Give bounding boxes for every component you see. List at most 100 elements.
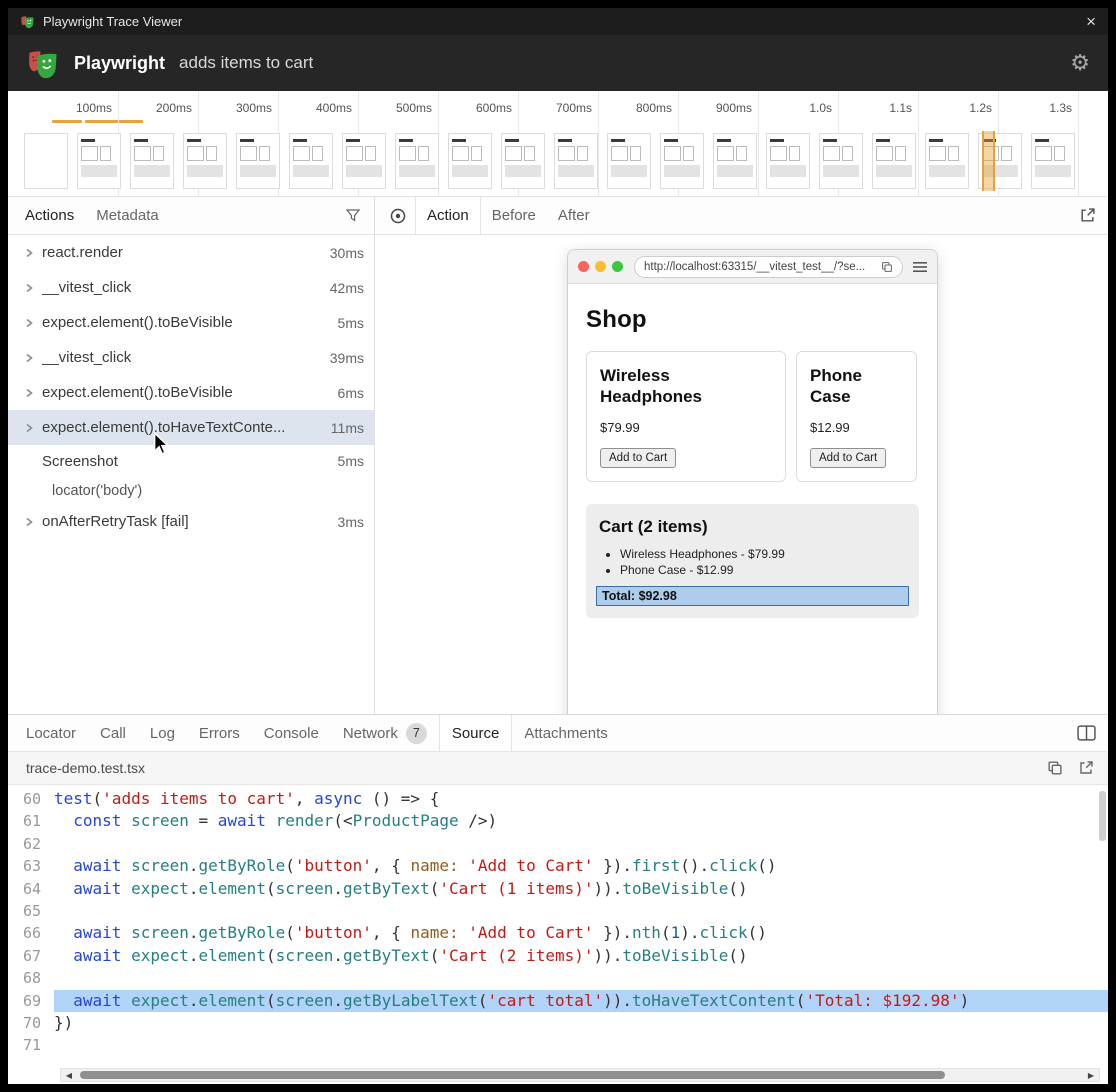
address-bar[interactable]: http://localhost:63315/__vitest_test__/?… — [634, 256, 903, 278]
timeline-tick-label: 700ms — [528, 101, 592, 115]
app-name: Playwright — [74, 53, 165, 74]
code-token: screen — [276, 946, 334, 965]
cart-total-highlighted: Total: $92.98 — [596, 586, 909, 606]
timeline-thumbnail[interactable] — [342, 133, 386, 189]
chevron-right-icon[interactable] — [24, 248, 42, 258]
code-token: (). — [680, 856, 709, 875]
tab-source[interactable]: Source — [439, 715, 513, 751]
thumb-sketch — [206, 146, 217, 161]
thumb-sketch — [664, 139, 678, 142]
timeline-thumbnail[interactable] — [1031, 133, 1075, 189]
close-icon[interactable]: × — [1086, 13, 1096, 30]
layout-columns-icon[interactable] — [1077, 725, 1096, 741]
timeline-thumbnail[interactable] — [24, 133, 68, 189]
action-item[interactable]: Screenshot5ms — [8, 445, 374, 477]
code-token: getByRole — [199, 923, 286, 942]
line-number: 69 — [8, 990, 54, 1012]
tab-call[interactable]: Call — [88, 715, 138, 751]
chevron-right-icon[interactable] — [24, 423, 42, 433]
chevron-right-icon[interactable] — [24, 353, 42, 363]
timeline-thumbnail[interactable] — [607, 133, 651, 189]
pick-locator-icon[interactable] — [389, 207, 407, 225]
timeline-thumbnail[interactable] — [501, 133, 545, 189]
tab-metadata[interactable]: Metadata — [85, 197, 170, 234]
tab-errors[interactable]: Errors — [187, 715, 252, 751]
timeline-thumbnail[interactable] — [448, 133, 492, 189]
source-code[interactable]: 60test('adds items to cart', async () =>… — [8, 785, 1108, 1066]
tab-action[interactable]: Action — [415, 197, 481, 234]
action-item[interactable]: __vitest_click42ms — [8, 270, 374, 305]
action-label: __vitest_click — [42, 279, 322, 296]
timeline-thumbnail[interactable] — [395, 133, 439, 189]
chevron-right-icon[interactable] — [24, 517, 42, 527]
timeline-thumbnail[interactable] — [554, 133, 598, 189]
timeline-thumbnail[interactable] — [236, 133, 280, 189]
thumb-sketch — [452, 146, 469, 161]
copy-url-icon[interactable] — [881, 261, 893, 273]
thumb-sketch — [81, 146, 98, 161]
source-file-bar: trace-demo.test.tsx — [8, 752, 1108, 785]
action-item[interactable]: expect.element().toBeVisible5ms — [8, 305, 374, 340]
timeline-thumbnail[interactable] — [130, 133, 174, 189]
browser-menu-icon[interactable] — [913, 261, 927, 273]
action-item[interactable]: expect.element().toHaveTextConte...11ms — [8, 410, 374, 445]
open-source-external-icon[interactable] — [1078, 760, 1094, 776]
thumb-sketch — [823, 165, 859, 177]
action-item[interactable]: react.render30ms — [8, 235, 374, 270]
vertical-scrollbar-thumb[interactable] — [1099, 791, 1106, 841]
action-item[interactable]: expect.element().toBeVisible6ms — [8, 375, 374, 410]
traffic-light-green — [612, 261, 623, 272]
tab-log[interactable]: Log — [138, 715, 187, 751]
tab-console[interactable]: Console — [252, 715, 331, 751]
tab-network[interactable]: Network7 — [331, 715, 439, 751]
tab-label: Errors — [199, 725, 240, 742]
tab-label: Attachments — [524, 725, 607, 742]
add-to-cart-button[interactable]: Add to Cart — [600, 448, 676, 468]
timeline-thumbnail[interactable] — [77, 133, 121, 189]
tab-locator[interactable]: Locator — [14, 715, 88, 751]
snapshot-toolbar: ActionBeforeAfter — [375, 197, 1108, 235]
hscroll-thumb[interactable] — [80, 1071, 945, 1079]
hscroll-track[interactable]: ◀ ▶ — [60, 1068, 1100, 1082]
add-to-cart-button[interactable]: Add to Cart — [810, 448, 886, 468]
action-item[interactable]: onAfterRetryTask [fail]3ms — [8, 504, 374, 539]
timeline-thumbnail[interactable] — [713, 133, 757, 189]
timeline-thumbnail[interactable] — [183, 133, 227, 189]
code-token — [459, 923, 469, 942]
filter-icon[interactable] — [346, 209, 360, 222]
chevron-right-icon[interactable] — [24, 283, 42, 293]
tab-before[interactable]: Before — [481, 197, 547, 234]
code-token: toBeVisible — [622, 879, 728, 898]
timeline-tick-label: 400ms — [288, 101, 352, 115]
timeline-thumbnail[interactable] — [819, 133, 863, 189]
timeline[interactable]: 100ms200ms300ms400ms500ms600ms700ms800ms… — [8, 91, 1108, 197]
code-token: ( — [285, 856, 295, 875]
source-line: 60test('adds items to cart', async () =>… — [8, 788, 1108, 810]
thumb-sketch — [187, 146, 223, 161]
timeline-thumbnail[interactable] — [925, 133, 969, 189]
thumb-sketch — [259, 146, 270, 161]
open-snapshot-external-icon[interactable] — [1079, 207, 1096, 224]
chevron-right-icon[interactable] — [24, 318, 42, 328]
action-label: expect.element().toBeVisible — [42, 314, 330, 331]
timeline-selection-marker[interactable] — [982, 131, 995, 191]
app-header: Playwright adds items to cart ⚙ — [8, 35, 1108, 91]
timeline-thumbnail[interactable] — [289, 133, 333, 189]
tab-after[interactable]: After — [547, 197, 601, 234]
code-token: , { — [372, 923, 411, 942]
scroll-right-arrow-icon[interactable]: ▶ — [1083, 1071, 1099, 1080]
thumb-sketch — [81, 165, 117, 177]
chevron-right-icon[interactable] — [24, 388, 42, 398]
tab-actions[interactable]: Actions — [14, 197, 85, 234]
action-item[interactable]: __vitest_click39ms — [8, 340, 374, 375]
timeline-thumbnail[interactable] — [872, 133, 916, 189]
timeline-thumbnail[interactable] — [660, 133, 704, 189]
thumb-sketch — [365, 146, 376, 161]
tab-attachments[interactable]: Attachments — [512, 715, 619, 751]
thumb-sketch — [399, 139, 413, 142]
timeline-thumbnail[interactable] — [766, 133, 810, 189]
settings-gear-icon[interactable]: ⚙ — [1070, 52, 1090, 74]
code-token: first — [632, 856, 680, 875]
copy-source-icon[interactable] — [1047, 760, 1063, 776]
scroll-left-arrow-icon[interactable]: ◀ — [61, 1071, 77, 1080]
